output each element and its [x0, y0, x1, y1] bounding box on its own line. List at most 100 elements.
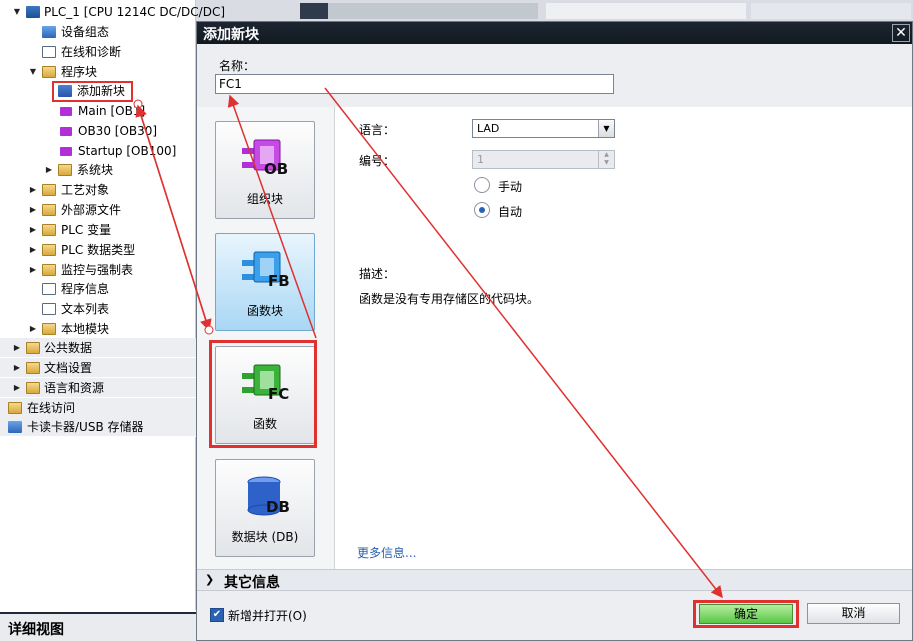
block-name-input[interactable]: FC1: [215, 74, 614, 94]
tree-item-document-settings[interactable]: ▶ 文档设置: [0, 358, 196, 378]
tree-item-label: 卡读卡器/USB 存储器: [27, 420, 144, 434]
expanded-icon[interactable]: ▼: [12, 2, 22, 22]
toolbar-segment: [328, 3, 538, 19]
text-list-icon: [42, 303, 56, 315]
collapsed-icon[interactable]: ▶: [44, 160, 54, 180]
tree-item-local-modules[interactable]: ▶ 本地模块: [0, 319, 196, 339]
tree-item-ob30[interactable]: OB30 [OB30]: [0, 121, 196, 141]
collapsed-icon[interactable]: ▶: [12, 378, 22, 398]
block-caption: 函数块: [246, 304, 283, 318]
device-config-icon: [42, 26, 56, 38]
add-and-open-checkbox[interactable]: ✔: [210, 608, 224, 622]
tree-item-plc[interactable]: ▼ PLC_1 [CPU 1214C DC/DC/DC]: [0, 2, 225, 22]
tree-item-label: 在线和诊断: [61, 45, 122, 59]
ob-block-icon: [60, 147, 72, 156]
tree-item-plc-data-types[interactable]: ▶ PLC 数据类型: [0, 240, 196, 260]
dialog-title: 添加新块: [203, 27, 259, 43]
spinner-icon: ▲ ▼: [598, 151, 614, 168]
tree-item-system-blocks[interactable]: ▶ 系统块: [0, 160, 196, 180]
block-properties-pane: 语言： LAD ▼ 编号： 1 ▲ ▼ 手动 自动 描述： 函数是没有专用存储区的…: [334, 107, 912, 569]
organization-block-button[interactable]: OB 组织块: [215, 121, 315, 219]
tree-item-label: 系统块: [77, 163, 114, 177]
block-caption: 数据块 (DB): [231, 530, 299, 544]
tree-item-device-config[interactable]: 设备组态: [0, 22, 196, 42]
tree-item-label: 工艺对象: [61, 183, 110, 197]
collapsed-icon[interactable]: ▶: [28, 260, 38, 280]
card-reader-icon: [8, 421, 22, 433]
number-label: 编号：: [359, 154, 396, 168]
add-and-open-label[interactable]: 新增并打开(O): [228, 607, 307, 624]
tree-item-program-blocks[interactable]: ▼ 程序块: [0, 62, 196, 82]
other-info-label: 其它信息: [224, 575, 280, 591]
tree-item-text-lists[interactable]: 文本列表: [0, 299, 196, 319]
tree-item-label: 程序信息: [61, 282, 110, 296]
manual-radio[interactable]: [474, 177, 490, 193]
collapsed-icon[interactable]: ▶: [28, 240, 38, 260]
collapsed-icon[interactable]: ▶: [28, 319, 38, 339]
block-type-pane: OB 组织块 FB 函数块 FC 函数 DB 数据块 (DB): [197, 107, 334, 569]
tree-item-technology-objects[interactable]: ▶ 工艺对象: [0, 180, 196, 200]
tree-item-main-ob1[interactable]: Main [OB1]: [0, 101, 196, 121]
tree-item-label: 设备组态: [61, 25, 110, 39]
tree-item-label: 文本列表: [61, 302, 110, 316]
tree-item-common-data[interactable]: ▶ 公共数据: [0, 338, 196, 358]
block-caption: 组织块: [246, 192, 283, 206]
tree-item-startup-ob100[interactable]: Startup [OB100]: [0, 141, 196, 161]
toolbar-segment: [751, 3, 911, 19]
block-number-value: 1: [477, 153, 484, 166]
plc-icon: [26, 6, 40, 18]
folder-icon: [42, 204, 56, 216]
other-info-bar[interactable]: ❯ 其它信息: [197, 569, 912, 591]
collapsed-icon[interactable]: ▶: [12, 358, 22, 378]
auto-radio-label[interactable]: 自动: [498, 203, 522, 220]
data-block-button[interactable]: DB 数据块 (DB): [215, 459, 315, 557]
auto-radio[interactable]: [474, 202, 490, 218]
fb-badge: FB: [268, 272, 290, 290]
tree-item-label: PLC_1 [CPU 1214C DC/DC/DC]: [44, 5, 226, 19]
collapsed-icon[interactable]: ▶: [28, 180, 38, 200]
language-label: 语言：: [359, 123, 396, 137]
toolbar-segment: [300, 3, 328, 19]
cancel-button[interactable]: 取消: [807, 603, 900, 624]
tree-item-watch-force-tables[interactable]: ▶ 监控与强制表: [0, 260, 196, 280]
more-info-link[interactable]: 更多信息...: [357, 544, 416, 561]
language-select[interactable]: LAD ▼: [472, 119, 615, 138]
ob-badge: OB: [264, 160, 289, 178]
tree-item-online-access[interactable]: 在线访问: [0, 398, 196, 418]
tree-item-label: 公共数据: [44, 341, 93, 355]
add-new-block-dialog: 添加新块 ✕ 名称： FC1 OB 组织块 FB 函数块 FC 函数 DB 数据…: [196, 21, 913, 641]
tree-item-label: PLC 数据类型: [61, 243, 136, 257]
ok-button[interactable]: 确定: [699, 604, 793, 624]
expanded-icon[interactable]: ▼: [28, 62, 38, 82]
tree-item-label: 语言和资源: [44, 381, 105, 395]
tree-item-online-diagnostics[interactable]: 在线和诊断: [0, 42, 196, 62]
function-block-button[interactable]: FB 函数块: [215, 233, 315, 331]
folder-icon: [26, 382, 40, 394]
collapsed-icon[interactable]: ▶: [28, 220, 38, 240]
chevron-down-icon[interactable]: ❯: [205, 573, 214, 586]
manual-radio-label[interactable]: 手动: [498, 178, 522, 195]
toolbar-segment: [546, 3, 746, 19]
dialog-titlebar: 添加新块 ✕: [197, 22, 912, 44]
chevron-down-icon[interactable]: ▼: [598, 120, 614, 137]
tree-item-label: 文档设置: [44, 361, 93, 375]
tree-item-label: 监控与强制表: [61, 263, 134, 277]
tree-item-label: 程序块: [61, 65, 98, 79]
annotation-highlight-function: [209, 340, 317, 448]
online-access-icon: [8, 402, 22, 414]
tree-item-external-sources[interactable]: ▶ 外部源文件: [0, 200, 196, 220]
db-badge: DB: [266, 498, 290, 516]
collapsed-icon[interactable]: ▶: [28, 200, 38, 220]
top-toolbar-strip: [196, 0, 913, 22]
block-number-field: 1 ▲ ▼: [472, 150, 615, 169]
tree-item-program-info[interactable]: 程序信息: [0, 279, 196, 299]
folder-icon: [42, 264, 56, 276]
online-diagnostics-icon: [42, 46, 56, 58]
collapsed-icon[interactable]: ▶: [12, 338, 22, 358]
tree-item-plc-tags[interactable]: ▶ PLC 变量: [0, 220, 196, 240]
detail-view-bar[interactable]: 详细视图: [0, 612, 196, 641]
tree-item-languages-resources[interactable]: ▶ 语言和资源: [0, 378, 196, 398]
tree-item-label: Startup [OB100]: [78, 144, 177, 158]
close-icon[interactable]: ✕: [892, 24, 910, 42]
tree-item-card-reader[interactable]: 卡读卡器/USB 存储器: [0, 417, 196, 437]
